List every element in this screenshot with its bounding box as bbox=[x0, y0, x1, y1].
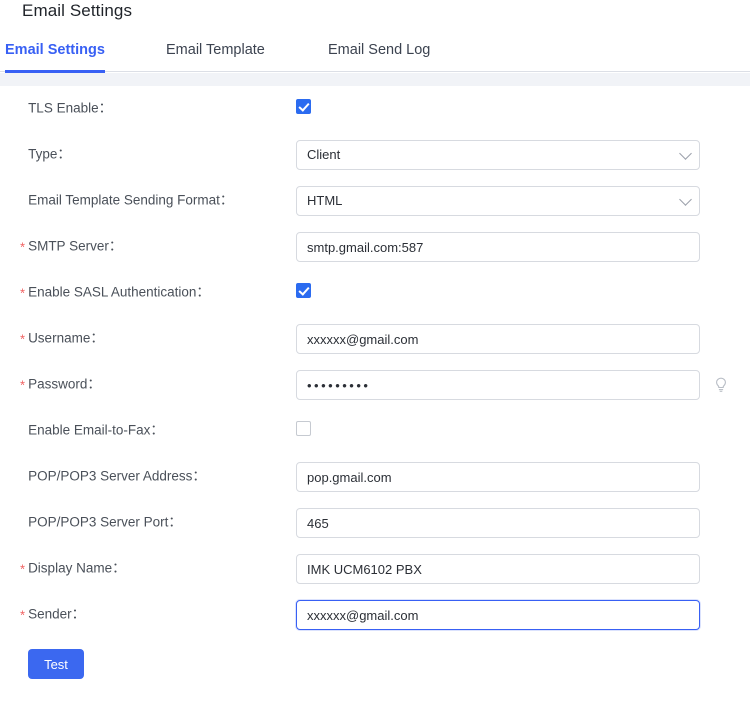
label-display-name-text: Display Name： bbox=[28, 560, 126, 576]
label-smtp-server: * SMTP Server： bbox=[20, 238, 122, 257]
field-tls-enable bbox=[296, 99, 700, 119]
field-password bbox=[296, 370, 700, 400]
form-row-type: *Type： Client bbox=[0, 132, 750, 178]
select-type-wrap: Client bbox=[296, 140, 700, 170]
form-row-sending-format: *Email Template Sending Format： HTML bbox=[0, 178, 750, 224]
form-row-display-name: * Display Name： bbox=[0, 546, 750, 592]
label-password-text: Password： bbox=[28, 376, 101, 392]
page-title: Email Settings bbox=[22, 1, 133, 20]
label-email-to-fax-text: Enable Email-to-Fax： bbox=[28, 422, 164, 438]
form-row-username: * Username： bbox=[0, 316, 750, 362]
tab-email-settings[interactable]: Email Settings bbox=[5, 38, 105, 73]
field-type: Client bbox=[296, 140, 700, 170]
label-smtp-server-text: SMTP Server： bbox=[28, 238, 123, 254]
checkbox-enable-sasl-authentication[interactable] bbox=[296, 283, 311, 298]
form-row-pop-server-address: *POP/POP3 Server Address： bbox=[0, 454, 750, 500]
select-type-value: Client bbox=[307, 147, 341, 162]
required-star: * bbox=[20, 377, 26, 393]
display-name-input[interactable] bbox=[296, 554, 700, 584]
test-button[interactable]: Test bbox=[28, 649, 84, 679]
label-pop-server-port: *POP/POP3 Server Port： bbox=[20, 514, 182, 533]
pop-server-address-input[interactable] bbox=[296, 462, 700, 492]
select-sending-format-value: HTML bbox=[307, 193, 343, 208]
required-star: * bbox=[20, 285, 26, 301]
form-row-pop-server-port: *POP/POP3 Server Port： bbox=[0, 500, 750, 546]
form-row-tls-enable: *TLS Enable： bbox=[0, 86, 750, 132]
field-email-to-fax bbox=[296, 421, 700, 441]
label-sending-format-text: Email Template Sending Format： bbox=[28, 192, 234, 208]
field-sender bbox=[296, 600, 700, 630]
checkbox-enable-email-to-fax[interactable] bbox=[296, 421, 311, 436]
label-sending-format: *Email Template Sending Format： bbox=[20, 192, 233, 211]
tab-email-settings-label: Email Settings bbox=[5, 42, 105, 58]
field-smtp-server bbox=[296, 232, 700, 262]
select-sending-format-wrap: HTML bbox=[296, 186, 700, 216]
form-row-smtp-server: * SMTP Server： bbox=[0, 224, 750, 270]
label-sasl: * Enable SASL Authentication： bbox=[20, 284, 210, 303]
field-sending-format: HTML bbox=[296, 186, 700, 216]
tab-bar: Email Settings Email Template Email Send… bbox=[0, 38, 750, 73]
required-star: * bbox=[20, 607, 26, 623]
required-star: * bbox=[20, 239, 26, 255]
label-sasl-text: Enable SASL Authentication： bbox=[28, 284, 210, 300]
lightbulb-icon[interactable] bbox=[712, 376, 730, 394]
required-star: * bbox=[20, 561, 26, 577]
field-display-name bbox=[296, 554, 700, 584]
toolbar-band bbox=[0, 73, 750, 86]
label-type-text: Type： bbox=[28, 146, 71, 162]
tab-email-template[interactable]: Email Template bbox=[166, 38, 265, 72]
password-input[interactable] bbox=[296, 370, 700, 400]
tab-email-send-log[interactable]: Email Send Log bbox=[328, 38, 430, 72]
label-pop-server-port-text: POP/POP3 Server Port： bbox=[28, 514, 182, 530]
sender-input[interactable] bbox=[296, 600, 700, 630]
pop-server-port-input[interactable] bbox=[296, 508, 700, 538]
field-sasl bbox=[296, 283, 700, 303]
label-email-to-fax: *Enable Email-to-Fax： bbox=[20, 422, 164, 441]
username-input[interactable] bbox=[296, 324, 700, 354]
field-username bbox=[296, 324, 700, 354]
form-row-password: * Password： bbox=[0, 362, 750, 408]
label-tls-enable: *TLS Enable： bbox=[20, 100, 112, 119]
field-pop-server-port bbox=[296, 508, 700, 538]
select-type[interactable]: Client bbox=[296, 140, 700, 170]
label-username-text: Username： bbox=[28, 330, 104, 346]
form-row-sender: * Sender： bbox=[0, 592, 750, 638]
label-type: *Type： bbox=[20, 146, 71, 165]
label-sender: * Sender： bbox=[20, 606, 85, 625]
label-username: * Username： bbox=[20, 330, 104, 349]
label-sender-text: Sender： bbox=[28, 606, 86, 622]
field-pop-server-address bbox=[296, 462, 700, 492]
form-actions: Test bbox=[0, 638, 750, 690]
tab-email-send-log-label: Email Send Log bbox=[328, 42, 431, 58]
form-row-email-to-fax: *Enable Email-to-Fax： bbox=[0, 408, 750, 454]
label-pop-server-address: *POP/POP3 Server Address： bbox=[20, 468, 206, 487]
label-tls-enable-text: TLS Enable： bbox=[28, 100, 113, 116]
checkbox-tls-enable[interactable] bbox=[296, 99, 311, 114]
label-display-name: * Display Name： bbox=[20, 560, 126, 579]
email-settings-page: Email Settings Email Settings Email Temp… bbox=[0, 0, 750, 718]
select-sending-format[interactable]: HTML bbox=[296, 186, 700, 216]
form-row-sasl: * Enable SASL Authentication： bbox=[0, 270, 750, 316]
smtp-server-input[interactable] bbox=[296, 232, 700, 262]
required-star: * bbox=[20, 331, 26, 347]
tab-email-template-label: Email Template bbox=[166, 42, 265, 58]
label-password: * Password： bbox=[20, 376, 101, 395]
email-settings-form: *TLS Enable： *Type： Client bbox=[0, 86, 750, 690]
label-pop-server-address-text: POP/POP3 Server Address： bbox=[28, 468, 206, 484]
